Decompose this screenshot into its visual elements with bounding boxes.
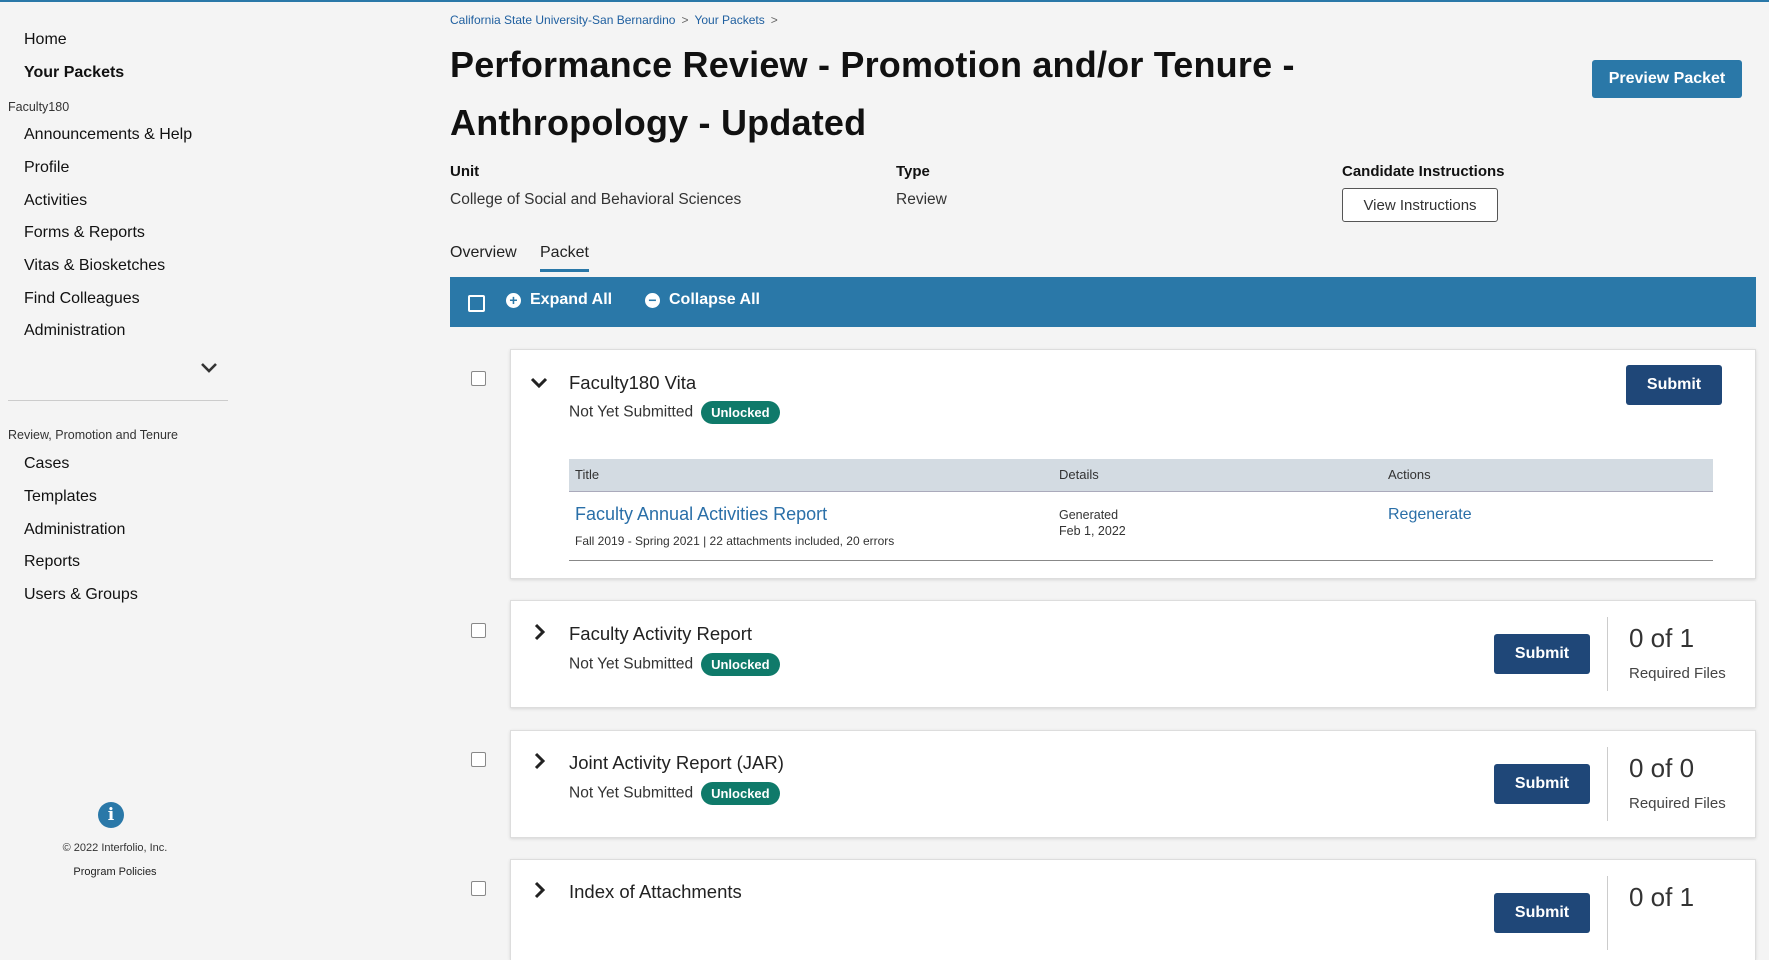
sidebar-item-rpt-administration[interactable]: Administration <box>24 521 125 539</box>
submit-button[interactable]: Submit <box>1494 634 1590 674</box>
unit-label: Unit <box>450 163 480 180</box>
sidebar-section-rpt: Review, Promotion and Tenure <box>8 428 179 442</box>
sidebar-item-users-groups[interactable]: Users & Groups <box>24 586 138 604</box>
page-title: Performance Review - Promotion and/or Te… <box>450 44 1295 143</box>
collapse-all-label: Collapse All <box>669 291 760 308</box>
table-row: Faculty Annual Activities Report Fall 20… <box>569 492 1713 561</box>
regenerate-link[interactable]: Regenerate <box>1388 506 1472 524</box>
section-checkbox[interactable] <box>471 881 486 896</box>
section-title: Index of Attachments <box>569 881 742 902</box>
section-card-joint-activity-report: Joint Activity Report (JAR) Not Yet Subm… <box>510 730 1756 838</box>
top-accent-line <box>0 0 1769 2</box>
chevron-right-icon[interactable] <box>529 622 549 642</box>
candidate-instructions-label: Candidate Instructions <box>1342 163 1505 180</box>
unit-value: College of Social and Behavioral Science… <box>450 191 742 208</box>
sidebar-item-vitas[interactable]: Vitas & Biosketches <box>24 257 165 275</box>
section-title: Joint Activity Report (JAR) <box>569 752 784 773</box>
submit-button[interactable]: Submit <box>1626 365 1722 405</box>
submit-button[interactable]: Submit <box>1494 893 1590 933</box>
section-title: Faculty180 Vita <box>569 372 697 393</box>
status-text: Not Yet Submitted <box>569 784 694 802</box>
report-title-link[interactable]: Faculty Annual Activities Report <box>575 504 827 525</box>
details-generated: Generated <box>1059 508 1119 522</box>
collapse-all-button[interactable]: − Collapse All <box>645 291 760 309</box>
sidebar-item-activities[interactable]: Activities <box>24 192 87 210</box>
breadcrumb-item-your-packets[interactable]: Your Packets <box>694 13 764 27</box>
section-checkbox[interactable] <box>471 623 486 638</box>
section-status: Not Yet Submitted Unlocked <box>569 782 780 805</box>
breadcrumb: California State University-San Bernardi… <box>450 13 784 27</box>
packet-table: Title Details Actions Faculty Annual Act… <box>569 459 1713 561</box>
section-title: Faculty Activity Report <box>569 623 753 644</box>
column-header-actions: Actions <box>1388 467 1431 482</box>
info-icon[interactable]: i <box>98 802 124 828</box>
count-value: 0 of 1 <box>1629 623 1695 653</box>
chevron-right-icon[interactable] <box>529 880 549 900</box>
section-card-index-of-attachments: Index of Attachments Submit 0 of 1 <box>510 859 1756 960</box>
tab-overview[interactable]: Overview <box>450 244 517 262</box>
count-value: 0 of 1 <box>1629 882 1695 912</box>
count-divider <box>1607 617 1608 691</box>
breadcrumb-separator: > <box>681 13 689 27</box>
status-text: Not Yet Submitted <box>569 655 694 673</box>
count-label: Required Files <box>1629 665 1726 682</box>
sidebar-section-faculty180: Faculty180 <box>8 100 70 114</box>
sidebar-item-forms-reports[interactable]: Forms & Reports <box>24 224 145 242</box>
sidebar-item-templates[interactable]: Templates <box>24 488 97 506</box>
preview-packet-button[interactable]: Preview Packet <box>1592 60 1742 98</box>
section-status: Not Yet Submitted Unlocked <box>569 401 780 424</box>
sidebar-item-cases[interactable]: Cases <box>24 455 69 473</box>
expand-all-label: Expand All <box>530 291 613 308</box>
column-header-details: Details <box>1059 467 1099 482</box>
breadcrumb-separator: > <box>770 13 778 27</box>
breadcrumb-item-university[interactable]: California State University-San Bernardi… <box>450 13 675 27</box>
select-all-checkbox[interactable] <box>468 295 485 312</box>
count-divider <box>1607 876 1608 950</box>
sidebar-item-profile[interactable]: Profile <box>24 159 69 177</box>
chevron-right-icon[interactable] <box>529 751 549 771</box>
submit-button[interactable]: Submit <box>1494 764 1590 804</box>
section-checkbox[interactable] <box>471 371 486 386</box>
packet-toolbar: + Expand All − Collapse All <box>450 277 1756 327</box>
count-divider <box>1607 747 1608 821</box>
sidebar-item-find-colleagues[interactable]: Find Colleagues <box>24 290 140 308</box>
status-badge: Unlocked <box>701 401 780 424</box>
section-card-faculty-activity-report: Faculty Activity Report Not Yet Submitte… <box>510 600 1756 708</box>
type-label: Type <box>896 163 930 180</box>
chevron-down-icon[interactable] <box>529 373 549 393</box>
plus-circle-icon: + <box>506 292 521 308</box>
view-instructions-button[interactable]: View Instructions <box>1342 188 1498 222</box>
tab-packet[interactable]: Packet <box>540 244 589 272</box>
expand-all-button[interactable]: + Expand All <box>506 291 612 309</box>
column-header-title: Title <box>575 467 600 482</box>
section-card-faculty180-vita: Faculty180 Vita Not Yet Submitted Unlocke… <box>510 349 1756 579</box>
section-checkbox[interactable] <box>471 752 486 767</box>
section-status: Not Yet Submitted Unlocked <box>569 653 780 676</box>
status-badge: Unlocked <box>701 653 780 676</box>
status-text: Not Yet Submitted <box>569 403 694 421</box>
table-header: Title Details Actions <box>569 459 1713 492</box>
sidebar-divider <box>8 400 228 401</box>
status-badge: Unlocked <box>701 782 780 805</box>
sidebar-item-announcements[interactable]: Announcements & Help <box>24 126 192 144</box>
chevron-down-icon[interactable] <box>200 362 218 374</box>
sidebar-item-home[interactable]: Home <box>24 31 67 49</box>
sidebar: Home Your Packets Faculty180 Announcemen… <box>0 0 230 911</box>
sidebar-item-your-packets[interactable]: Your Packets <box>24 64 124 82</box>
details-date: Feb 1, 2022 <box>1059 524 1126 538</box>
minus-circle-icon: − <box>645 292 660 308</box>
count-value: 0 of 0 <box>1629 753 1695 783</box>
copyright-text: © 2022 Interfolio, Inc. <box>62 842 168 854</box>
program-policies-link[interactable]: Program Policies <box>0 866 230 878</box>
count-label: Required Files <box>1629 795 1726 812</box>
report-subtitle: Fall 2019 - Spring 2021 | 22 attachments… <box>575 534 895 548</box>
type-value: Review <box>896 191 947 208</box>
sidebar-item-administration-menu[interactable]: Administration <box>24 322 125 340</box>
sidebar-item-reports[interactable]: Reports <box>24 553 80 571</box>
